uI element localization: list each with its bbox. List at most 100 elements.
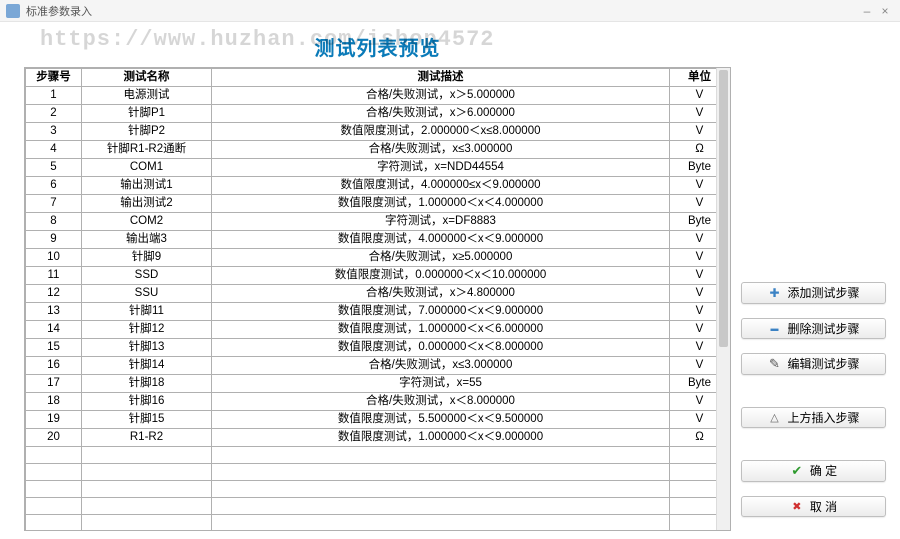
page-title: 测试列表预览 <box>24 30 731 67</box>
table-row <box>26 481 730 498</box>
table-row[interactable]: 14针脚12数值限度测试，1.000000＜x＜6.000000V <box>26 321 730 339</box>
cell-seq: 13 <box>26 303 82 321</box>
cell-name: 针脚11 <box>82 303 212 321</box>
cell-desc <box>212 447 670 464</box>
cell-seq: 12 <box>26 285 82 303</box>
insert-above-button[interactable]: 上方插入步骤 <box>741 407 886 429</box>
table-row[interactable]: 16针脚14合格/失败测试，x≤3.000000V <box>26 357 730 375</box>
cell-desc: 字符测试，x=DF8883 <box>212 213 670 231</box>
col-name: 测试名称 <box>82 69 212 87</box>
cell-name: 针脚R1-R2通断 <box>82 141 212 159</box>
cell-seq: 5 <box>26 159 82 177</box>
edit-label: 编辑测试步骤 <box>787 355 859 372</box>
cell-seq <box>26 464 82 481</box>
table-row[interactable]: 3针脚P2数值限度测试，2.000000＜x≤8.000000V <box>26 123 730 141</box>
cell-seq: 16 <box>26 357 82 375</box>
cell-name: SSD <box>82 267 212 285</box>
cell-desc: 合格/失败测试，x＞6.000000 <box>212 105 670 123</box>
ok-button[interactable]: 确 定 <box>741 460 886 482</box>
table-row[interactable]: 1电源测试合格/失败测试，x＞5.000000V <box>26 87 730 105</box>
col-seq: 步骤号 <box>26 69 82 87</box>
cell-name: R1-R2 <box>82 429 212 447</box>
scrollbar-thumb[interactable] <box>719 70 728 347</box>
cell-seq: 2 <box>26 105 82 123</box>
table-row <box>26 447 730 464</box>
cancel-label: 取 消 <box>810 498 837 515</box>
add-label: 添加测试步骤 <box>787 284 859 301</box>
cell-seq: 19 <box>26 411 82 429</box>
table-row[interactable]: 12SSU合格/失败测试，x＞4.800000V <box>26 285 730 303</box>
cell-desc: 数值限度测试，7.000000＜x＜9.000000 <box>212 303 670 321</box>
cell-desc: 数值限度测试，1.000000＜x＜4.000000 <box>212 195 670 213</box>
cell-name: 针脚12 <box>82 321 212 339</box>
table-row[interactable]: 13针脚11数值限度测试，7.000000＜x＜9.000000V <box>26 303 730 321</box>
cell-seq: 9 <box>26 231 82 249</box>
cell-name: 针脚9 <box>82 249 212 267</box>
cell-name: COM1 <box>82 159 212 177</box>
cell-seq: 6 <box>26 177 82 195</box>
cell-desc: 合格/失败测试，x＞5.000000 <box>212 87 670 105</box>
insert-label: 上方插入步骤 <box>787 409 859 426</box>
table-row[interactable]: 15针脚13数值限度测试，0.000000＜x＜8.000000V <box>26 339 730 357</box>
table-row[interactable]: 19针脚15数值限度测试，5.500000＜x＜9.500000V <box>26 411 730 429</box>
cell-name: 针脚15 <box>82 411 212 429</box>
table-row[interactable]: 5COM1字符测试，x=NDD44554Byte <box>26 159 730 177</box>
cell-seq: 11 <box>26 267 82 285</box>
table-row[interactable]: 18针脚16合格/失败测试，x＜8.000000V <box>26 393 730 411</box>
cell-desc: 合格/失败测试，x＜8.000000 <box>212 393 670 411</box>
col-desc: 测试描述 <box>212 69 670 87</box>
cell-desc: 合格/失败测试，x≤3.000000 <box>212 141 670 159</box>
cell-name <box>82 498 212 515</box>
table-row[interactable]: 4针脚R1-R2通断合格/失败测试，x≤3.000000Ω <box>26 141 730 159</box>
plus-icon <box>767 286 781 300</box>
cell-name: 输出端3 <box>82 231 212 249</box>
cell-seq: 7 <box>26 195 82 213</box>
test-steps-table[interactable]: 步骤号 测试名称 测试描述 单位 1电源测试合格/失败测试，x＞5.000000… <box>25 68 730 531</box>
window-title: 标准参数录入 <box>26 3 92 19</box>
cell-name: SSU <box>82 285 212 303</box>
table-row[interactable]: 17针脚18字符测试，x=55Byte <box>26 375 730 393</box>
app-icon <box>6 4 20 18</box>
cell-seq: 17 <box>26 375 82 393</box>
cell-desc: 数值限度测试，0.000000＜x＜10.000000 <box>212 267 670 285</box>
close-button[interactable]: × <box>876 4 894 18</box>
cell-name <box>82 481 212 498</box>
cell-desc: 合格/失败测试，x≥5.000000 <box>212 249 670 267</box>
add-step-button[interactable]: 添加测试步骤 <box>741 282 886 304</box>
cell-name <box>82 464 212 481</box>
cross-icon <box>790 499 804 513</box>
delete-step-button[interactable]: 删除测试步骤 <box>741 318 886 340</box>
cell-seq: 14 <box>26 321 82 339</box>
table-row[interactable]: 20R1-R2数值限度测试，1.000000＜x＜9.000000Ω <box>26 429 730 447</box>
cell-seq <box>26 447 82 464</box>
delete-label: 删除测试步骤 <box>787 320 859 337</box>
cancel-button[interactable]: 取 消 <box>741 496 886 518</box>
cell-seq: 10 <box>26 249 82 267</box>
cell-seq: 8 <box>26 213 82 231</box>
table-row[interactable]: 11SSD数值限度测试，0.000000＜x＜10.000000V <box>26 267 730 285</box>
table-row <box>26 498 730 515</box>
edit-step-button[interactable]: 编辑测试步骤 <box>741 353 886 375</box>
triangle-up-icon <box>767 410 781 424</box>
cell-desc: 数值限度测试，5.500000＜x＜9.500000 <box>212 411 670 429</box>
cell-name: 针脚14 <box>82 357 212 375</box>
cell-desc: 字符测试，x=55 <box>212 375 670 393</box>
cell-name: COM2 <box>82 213 212 231</box>
table-row <box>26 515 730 532</box>
table-row[interactable]: 2针脚P1合格/失败测试，x＞6.000000V <box>26 105 730 123</box>
table-row[interactable]: 7输出测试2数值限度测试，1.000000＜x＜4.000000V <box>26 195 730 213</box>
table-row[interactable]: 10针脚9合格/失败测试，x≥5.000000V <box>26 249 730 267</box>
table-row[interactable]: 6输出测试1数值限度测试，4.000000≤x＜9.000000V <box>26 177 730 195</box>
table-row[interactable]: 9输出端3数值限度测试，4.000000＜x＜9.000000V <box>26 231 730 249</box>
cell-seq: 1 <box>26 87 82 105</box>
table-row[interactable]: 8COM2字符测试，x=DF8883Byte <box>26 213 730 231</box>
cell-desc <box>212 498 670 515</box>
minimize-button[interactable]: – <box>858 4 876 18</box>
cell-desc: 字符测试，x=NDD44554 <box>212 159 670 177</box>
vertical-scrollbar[interactable] <box>716 68 730 530</box>
cell-desc <box>212 515 670 532</box>
cell-desc: 数值限度测试，4.000000≤x＜9.000000 <box>212 177 670 195</box>
cell-seq: 15 <box>26 339 82 357</box>
cell-name <box>82 447 212 464</box>
cell-desc: 数值限度测试，4.000000＜x＜9.000000 <box>212 231 670 249</box>
